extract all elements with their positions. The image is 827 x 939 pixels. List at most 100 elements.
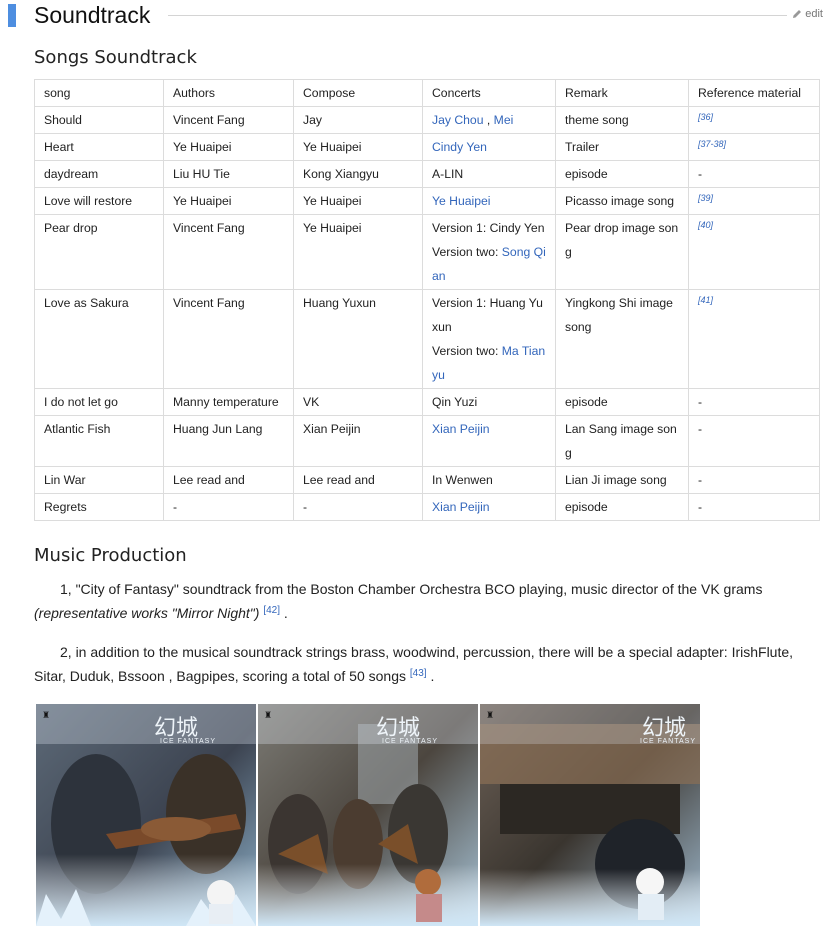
- table-row: Heart Ye Huaipei Ye Huaipei Cindy Yen Traile…: [34, 133, 820, 161]
- performer-text: Qin Yuzi: [432, 395, 478, 409]
- performer-link[interactable]: Mei: [494, 113, 514, 127]
- authors-cell: Manny temperature: [163, 388, 294, 416]
- concerts-cell: Ye Huaipei: [422, 187, 556, 215]
- reference-link[interactable]: [40]: [698, 220, 713, 230]
- remark-cell: Trailer: [555, 133, 689, 161]
- concerts-cell: Version 1: Cindy Yen Version two: Song Qi…: [422, 214, 556, 290]
- concerts-line: Version 1: Cindy Yen: [432, 216, 546, 240]
- performer-text: Version 1: Huang Yuxun: [432, 296, 543, 334]
- paragraph-1-text: 1, "City of Fantasy" soundtrack from the…: [60, 581, 763, 597]
- section-divider: [168, 15, 787, 16]
- song-cell: I do not let go: [34, 388, 164, 416]
- reference-link[interactable]: [42]: [263, 605, 280, 616]
- compose-cell: Ye Huaipei: [293, 187, 423, 215]
- column-header: Reference material: [688, 79, 820, 107]
- production-paragraph-2: 2, in addition to the musical soundtrack…: [34, 640, 824, 688]
- performer-text: Version two:: [432, 344, 502, 358]
- column-header: Compose: [293, 79, 423, 107]
- performer-text: In Wenwen: [432, 473, 493, 487]
- table-row: Love will restore Ye Huaipei Ye Huaipei Ye …: [34, 187, 820, 215]
- edit-link[interactable]: edit: [791, 8, 823, 20]
- compose-cell: Ye Huaipei: [293, 214, 423, 290]
- song-cell: Atlantic Fish: [34, 415, 164, 467]
- gallery-image-2[interactable]: ♜ 幻城 ICE FANTASY: [258, 704, 478, 926]
- song-cell: Pear drop: [34, 214, 164, 290]
- authors-cell: -: [163, 493, 294, 521]
- table-row: Regrets - - Xian Peijin episode -: [34, 493, 820, 521]
- authors-cell: Ye Huaipei: [163, 187, 294, 215]
- reference-cell: [40]: [688, 214, 820, 290]
- table-header-row: song Authors Compose Concerts Remark Referenc…: [34, 79, 820, 107]
- reference-cell: -: [688, 388, 820, 416]
- authors-cell: Vincent Fang: [163, 106, 294, 134]
- remark-cell: theme song: [555, 106, 689, 134]
- table-row: Pear drop Vincent Fang Ye Huaipei Version 1…: [34, 214, 820, 290]
- reference-link[interactable]: [43]: [410, 668, 427, 679]
- reference-cell: -: [688, 415, 820, 467]
- authors-cell: Vincent Fang: [163, 289, 294, 389]
- songs-table: song Authors Compose Concerts Remark Referenc…: [34, 79, 820, 521]
- paragraph-1-end: .: [280, 605, 288, 621]
- section-header: Soundtrack edit: [0, 0, 827, 34]
- title-subtext: ICE FANTASY: [382, 738, 438, 745]
- brand-logo: ♜: [486, 710, 495, 720]
- authors-cell: Lee read and: [163, 466, 294, 494]
- performer-text: Version two:: [432, 245, 502, 259]
- concerts-line: Version two: Song Qian: [432, 240, 546, 288]
- performer-link[interactable]: Xian Peijin: [432, 500, 490, 514]
- table-row: Should Vincent Fang Jay Jay Chou , Mei theme…: [34, 106, 820, 134]
- compose-cell: Ye Huaipei: [293, 133, 423, 161]
- reference-cell: [41]: [688, 289, 820, 389]
- pencil-icon: [791, 8, 803, 20]
- reference-link[interactable]: [41]: [698, 295, 713, 305]
- gallery-image-1[interactable]: ♜ 幻城 ICE FANTASY: [36, 704, 256, 926]
- performer-link[interactable]: Xian Peijin: [432, 422, 490, 436]
- concerts-cell: In Wenwen: [422, 466, 556, 494]
- reference-text: -: [698, 500, 703, 514]
- remark-cell: Lan Sang image song: [555, 415, 689, 467]
- title-subtext: ICE FANTASY: [640, 738, 696, 745]
- table-row: I do not let go Manny temperature VK Qin Yu…: [34, 388, 820, 416]
- concerts-cell: A-LIN: [422, 160, 556, 188]
- remark-cell: episode: [555, 493, 689, 521]
- concerts-cell: Xian Peijin: [422, 415, 556, 467]
- table-row: Atlantic Fish Huang Jun Lang Xian Peijin Xi…: [34, 415, 820, 467]
- edit-label[interactable]: edit: [805, 8, 823, 20]
- authors-cell: Liu HU Tie: [163, 160, 294, 188]
- song-cell: Love will restore: [34, 187, 164, 215]
- column-header: song: [34, 79, 164, 107]
- remark-cell: Lian Ji image song: [555, 466, 689, 494]
- column-header: Remark: [555, 79, 689, 107]
- reference-text: -: [698, 473, 703, 487]
- remark-cell: Yingkong Shi image song: [555, 289, 689, 389]
- reference-cell: -: [688, 466, 820, 494]
- production-heading: Music Production: [34, 545, 187, 566]
- compose-cell: -: [293, 493, 423, 521]
- compose-cell: Lee read and: [293, 466, 423, 494]
- authors-cell: Ye Huaipei: [163, 133, 294, 161]
- title-subtext: ICE FANTASY: [160, 738, 216, 745]
- song-cell: Love as Sakura: [34, 289, 164, 389]
- table-row: Love as Sakura Vincent Fang Huang Yuxun Ver…: [34, 289, 820, 389]
- concerts-line: Version 1: Huang Yuxun: [432, 291, 546, 339]
- song-cell: Regrets: [34, 493, 164, 521]
- performer-text: Version 1: Cindy Yen: [432, 221, 545, 235]
- performer-link[interactable]: Jay Chou: [432, 113, 484, 127]
- section-accent-bar: [8, 4, 16, 27]
- reference-link[interactable]: [36]: [698, 112, 713, 122]
- gallery-image-3[interactable]: ♜ 幻城 ICE FANTASY: [480, 704, 700, 926]
- reference-link[interactable]: [39]: [698, 193, 713, 203]
- song-cell: Lin War: [34, 466, 164, 494]
- reference-cell: [36]: [688, 106, 820, 134]
- songs-heading: Songs Soundtrack: [34, 47, 197, 68]
- compose-cell: Huang Yuxun: [293, 289, 423, 389]
- reference-cell: [37-38]: [688, 133, 820, 161]
- reference-text: -: [698, 422, 703, 436]
- performer-link[interactable]: Ye Huaipei: [432, 194, 491, 208]
- compose-cell: Jay: [293, 106, 423, 134]
- reference-text: -: [698, 395, 703, 409]
- reference-link[interactable]: [37-38]: [698, 139, 726, 149]
- song-cell: Heart: [34, 133, 164, 161]
- performer-link[interactable]: Cindy Yen: [432, 140, 487, 154]
- concerts-cell: Qin Yuzi: [422, 388, 556, 416]
